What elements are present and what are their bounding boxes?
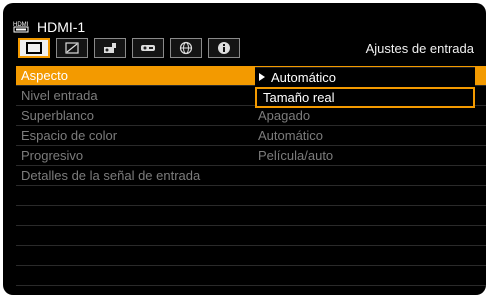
empty-row [16,266,486,286]
menu-item-label: Superblanco [21,108,94,123]
picture-quality-icon [65,42,79,54]
menu-item-label: Detalles de la señal de entrada [21,168,201,183]
menu-item-label: Espacio de color [21,128,118,143]
image-adjust-icon [26,42,42,54]
dropdown-option-label: Automático [271,70,337,85]
empty-row [16,206,486,226]
tab-system-settings[interactable] [132,38,164,58]
current-selection-arrow-icon [259,73,265,81]
menu-item-label: Aspecto [21,68,68,83]
menu-item-detalles-senal[interactable]: Detalles de la señal de entrada [16,166,486,186]
menu-item-espacio-color[interactable]: Espacio de color Automático [16,126,486,146]
tab-installation[interactable] [94,38,126,58]
system-settings-icon [140,42,156,54]
empty-row [16,246,486,266]
input-source-label: HDMI-1 [37,19,86,35]
menu-item-label: Nivel entrada [21,88,98,103]
hdmi-connector-icon: HDMI [13,20,31,34]
menu-item-value: Automático [258,128,324,143]
empty-row [16,186,486,206]
empty-row [16,226,486,246]
dropdown-option-tamano-real[interactable]: Tamaño real [255,87,475,108]
tab-network[interactable] [170,38,202,58]
menu-item-progresivo[interactable]: Progresivo Película/auto [16,146,486,166]
tab-picture-quality[interactable] [56,38,88,58]
menu-item-label: Progresivo [21,148,84,163]
network-globe-icon [179,41,193,55]
tab-info[interactable] [208,38,240,58]
menu-item-value: Apagado [258,108,311,123]
menu-item-value: Película/auto [258,148,334,163]
menu-tab-bar [18,38,240,58]
installation-icon [102,42,118,54]
tab-image-adjust[interactable] [18,38,50,58]
dropdown-option-label: Tamaño real [263,90,335,105]
menu-item-superblanco[interactable]: Superblanco Apagado [16,106,486,126]
aspect-dropdown: Automático Tamaño real [255,67,475,108]
tab-title: Ajustes de entrada [365,41,474,56]
info-icon [217,41,231,55]
dropdown-option-automatico[interactable]: Automático [255,67,475,87]
projector-osd-menu: HDMI HDMI-1 Ajustes de entrada Aspecto N… [3,3,486,295]
